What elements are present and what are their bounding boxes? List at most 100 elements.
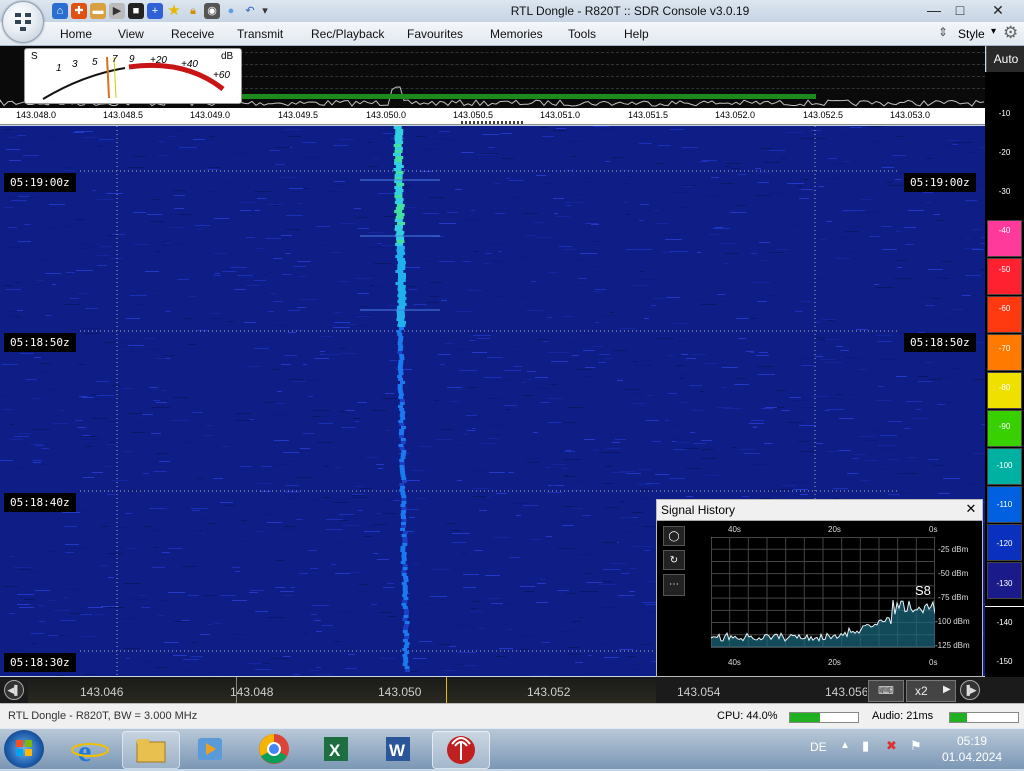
customize-chevron-icon[interactable]: ▾ bbox=[261, 3, 269, 19]
scale-divider bbox=[985, 606, 1024, 607]
media-player-icon[interactable] bbox=[182, 731, 238, 767]
menu-home[interactable]: Home bbox=[60, 27, 92, 41]
dbm-axis-label: -75 dBm bbox=[938, 593, 969, 602]
db-scale-label: -40 bbox=[998, 226, 1011, 235]
taskbar: e X W DE ▲ ▮ ✖ ⚑ 05:19 01.04.2024 bbox=[0, 728, 1024, 769]
internet-explorer-icon[interactable]: e bbox=[62, 731, 118, 768]
db-label: dB bbox=[221, 51, 234, 62]
bandwidth-indicator bbox=[241, 94, 816, 99]
freq-tick: 143.050.0 bbox=[366, 110, 407, 120]
menu-rec-playback[interactable]: Rec/Playback bbox=[311, 27, 384, 41]
time-label-left: 05:18:40z bbox=[4, 493, 76, 512]
db-scale-label: -130 bbox=[996, 579, 1013, 588]
signal-history-mode-button[interactable]: ◯ bbox=[663, 526, 685, 546]
time-label-right: 05:19:00z bbox=[904, 173, 976, 192]
freq-tick: 143.049.5 bbox=[278, 110, 319, 120]
undo-icon[interactable]: ↶ bbox=[242, 3, 258, 19]
db-scale-label: -20 bbox=[998, 148, 1011, 157]
close-button[interactable]: ✕ bbox=[984, 0, 1012, 20]
signal-history-header: Signal History ✕ bbox=[657, 500, 982, 521]
time-axis-label: 20s bbox=[828, 525, 841, 534]
db-scale-label: -70 bbox=[998, 344, 1011, 353]
freq-tick: 143.053.0 bbox=[890, 110, 931, 120]
lock-icon[interactable]: 🔒︎ bbox=[185, 3, 201, 19]
start-button[interactable] bbox=[4, 730, 44, 768]
db-scale-label: -30 bbox=[998, 187, 1011, 196]
style-menu[interactable]: Style bbox=[958, 27, 985, 41]
clock-time[interactable]: 05:19 bbox=[957, 734, 987, 748]
svg-text:X: X bbox=[329, 741, 341, 760]
clock-date[interactable]: 01.04.2024 bbox=[942, 750, 1002, 764]
s-meter: S dB 1 3 5 7 9 +20 +40 +60 bbox=[24, 48, 242, 104]
zoom-selector[interactable]: x2 ▶ bbox=[906, 680, 956, 702]
menu-favourites[interactable]: Favourites bbox=[407, 27, 463, 41]
db-colour-band bbox=[987, 258, 1022, 295]
time-axis-label: 0s bbox=[929, 658, 938, 667]
time-axis-label: 40s bbox=[728, 658, 741, 667]
tray-expand-icon[interactable]: ▲ bbox=[840, 740, 850, 751]
play-icon[interactable]: ▶ bbox=[109, 3, 125, 19]
drop-icon[interactable]: ● bbox=[223, 3, 239, 19]
add-icon[interactable]: + bbox=[147, 3, 163, 19]
overview-frequency-ruler[interactable]: ◀▌ 143.046 143.048 143.050 143.052 143.0… bbox=[0, 677, 1024, 703]
camera-icon[interactable]: ◉ bbox=[204, 3, 220, 19]
maximize-button[interactable]: □ bbox=[946, 0, 974, 20]
chrome-icon[interactable] bbox=[246, 731, 302, 767]
dbm-axis-label: -100 dBm bbox=[935, 617, 970, 626]
file-explorer-icon[interactable] bbox=[122, 731, 180, 769]
zoom-label: x2 bbox=[915, 684, 928, 698]
freq-tick: 143.052.0 bbox=[715, 110, 756, 120]
s-label: S bbox=[31, 51, 38, 62]
db-scale-label: -120 bbox=[996, 539, 1013, 548]
folder-icon[interactable]: ▬ bbox=[90, 3, 106, 19]
star-icon[interactable]: ★ bbox=[166, 3, 182, 19]
svg-text:e: e bbox=[78, 735, 91, 767]
keyboard-icon[interactable]: ⌨ bbox=[868, 680, 904, 702]
cpu-meter bbox=[789, 712, 859, 723]
minimize-button[interactable]: — bbox=[920, 0, 948, 20]
close-icon[interactable]: ✕ bbox=[963, 501, 979, 517]
db-scale-label: -60 bbox=[998, 304, 1011, 313]
lifebuoy-icon[interactable]: ✚ bbox=[71, 3, 87, 19]
menu-memories[interactable]: Memories bbox=[490, 27, 543, 41]
word-icon[interactable]: W bbox=[370, 731, 426, 767]
chevron-down-icon[interactable]: ▾ bbox=[991, 26, 996, 37]
signal-history-title: Signal History bbox=[661, 503, 736, 517]
time-axis-label: 40s bbox=[728, 525, 741, 534]
sdr-console-icon[interactable] bbox=[432, 731, 490, 769]
updown-icon[interactable]: ⇕ bbox=[938, 25, 948, 39]
menu-transmit[interactable]: Transmit bbox=[237, 27, 283, 41]
flag-tray-icon[interactable]: ⚑ bbox=[910, 738, 922, 754]
db-scale-label: -10 bbox=[998, 109, 1011, 118]
s-tick: 3 bbox=[72, 59, 78, 70]
rewind-icon[interactable]: ◀▌ bbox=[4, 680, 24, 700]
freq-tick: 143.051.0 bbox=[540, 110, 581, 120]
menu-view[interactable]: View bbox=[118, 27, 144, 41]
gear-icon[interactable]: ⚙ bbox=[1003, 23, 1018, 43]
device-tray-icon[interactable]: ▮ bbox=[862, 738, 869, 754]
ribbon-menu: Home View Receive Transmit Rec/Playback … bbox=[0, 22, 1024, 46]
frequency-ruler[interactable]: 143.048.0 143.048.5 143.049.0 143.049.5 … bbox=[0, 108, 985, 125]
language-indicator[interactable]: DE bbox=[810, 740, 827, 754]
menu-tools[interactable]: Tools bbox=[568, 27, 596, 41]
menu-help[interactable]: Help bbox=[624, 27, 649, 41]
excel-icon[interactable]: X bbox=[308, 731, 364, 767]
home-icon[interactable]: ⌂ bbox=[52, 3, 68, 19]
time-axis-label: 20s bbox=[828, 658, 841, 667]
overview-freq: 143.048 bbox=[230, 685, 274, 699]
network-error-icon[interactable]: ✖ bbox=[886, 738, 897, 754]
refresh-icon[interactable]: ↻ bbox=[663, 550, 685, 570]
auto-scale-button[interactable]: Auto bbox=[986, 46, 1024, 72]
time-label-right: 05:18:50z bbox=[904, 333, 976, 352]
drag-handle[interactable] bbox=[461, 121, 523, 124]
s-tick: 7 bbox=[112, 54, 118, 65]
app-menu-button[interactable] bbox=[2, 1, 44, 43]
overview-freq: 143.050 bbox=[378, 685, 422, 699]
stop-icon[interactable]: ■ bbox=[128, 3, 144, 19]
menu-receive[interactable]: Receive bbox=[171, 27, 214, 41]
dbm-axis-label: -25 dBm bbox=[938, 545, 969, 554]
db-colour-scale: -10 -20 -30 -40 -50 -60 -70 -80 -90 -100… bbox=[985, 72, 1024, 702]
freq-tick: 143.049.0 bbox=[190, 110, 231, 120]
fast-forward-icon[interactable]: ▐▶ bbox=[960, 680, 980, 700]
more-options-button[interactable]: ⋯ bbox=[663, 574, 685, 596]
